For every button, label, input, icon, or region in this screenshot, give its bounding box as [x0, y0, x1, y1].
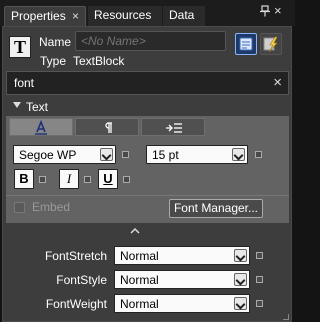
- font-subtab[interactable]: [9, 118, 73, 136]
- tab-properties[interactable]: Properties ×: [4, 6, 86, 26]
- search-bar[interactable]: font ×: [6, 71, 289, 95]
- chevron-down-icon[interactable]: [234, 273, 247, 286]
- bold-button[interactable]: B: [14, 169, 34, 189]
- font-size-value: 15 pt: [152, 148, 179, 162]
- properties-view-icon: [239, 37, 253, 51]
- name-label: Name: [39, 35, 72, 49]
- fontstyle-value: Normal: [120, 273, 159, 287]
- advanced-options-marker[interactable]: [256, 276, 263, 283]
- tab-resources[interactable]: Resources: [88, 6, 162, 26]
- collapse-triangle-icon[interactable]: [13, 102, 21, 108]
- chevron-up-icon[interactable]: [130, 227, 140, 235]
- embed-label: Embed: [32, 200, 71, 214]
- fontstyle-select[interactable]: Normal: [114, 270, 250, 289]
- advanced-options-marker[interactable]: [256, 252, 263, 259]
- indent-icon: [166, 123, 182, 133]
- indent-subtab[interactable]: [141, 118, 205, 136]
- section-title: Text: [26, 100, 49, 114]
- fontweight-label: FontWeight: [45, 297, 107, 311]
- paragraph-icon: [105, 122, 112, 133]
- type-label: Type: [40, 54, 67, 68]
- paragraph-subtab[interactable]: [75, 118, 139, 136]
- fontstretch-select[interactable]: Normal: [114, 246, 250, 265]
- fontweight-value: Normal: [120, 297, 159, 311]
- advanced-options-marker[interactable]: [255, 151, 262, 158]
- type-value: TextBlock: [73, 54, 125, 68]
- resize-grip[interactable]: [283, 314, 289, 320]
- chevron-down-icon[interactable]: [234, 297, 247, 310]
- clear-search-icon[interactable]: ×: [273, 74, 282, 91]
- fontstyle-label: FontStyle: [56, 273, 107, 287]
- font-size-select[interactable]: 15 pt: [146, 145, 248, 164]
- name-input[interactable]: [75, 31, 226, 51]
- font-icon: [35, 119, 47, 135]
- fontstretch-label: FontStretch: [44, 249, 107, 263]
- tab-data[interactable]: Data: [163, 6, 205, 26]
- tab-data-label: Data: [169, 8, 195, 22]
- embed-checkbox[interactable]: [14, 202, 25, 213]
- search-input[interactable]: font: [14, 76, 34, 90]
- advanced-options-marker[interactable]: [256, 300, 263, 307]
- divider: [6, 195, 289, 196]
- advanced-options-marker[interactable]: [39, 176, 46, 183]
- font-family-value: Segoe WP: [19, 148, 77, 162]
- underline-button[interactable]: U: [98, 169, 118, 189]
- textblock-type-icon: T: [9, 36, 31, 58]
- italic-button[interactable]: I: [59, 169, 79, 189]
- text-section: Segoe WP 15 pt B I U Embed Font Manager.…: [6, 116, 289, 223]
- close-icon[interactable]: ×: [72, 7, 79, 26]
- advanced-options-marker[interactable]: [84, 176, 91, 183]
- font-manager-button[interactable]: Font Manager...: [169, 199, 263, 218]
- close-panel-icon[interactable]: ×: [274, 3, 282, 18]
- advanced-options-marker[interactable]: [122, 151, 129, 158]
- font-family-select[interactable]: Segoe WP: [13, 145, 116, 164]
- tab-strip: Properties × Resources Data ×: [0, 0, 295, 26]
- chevron-down-icon[interactable]: [100, 148, 113, 161]
- chevron-down-icon[interactable]: [234, 249, 247, 262]
- tab-resources-label: Resources: [94, 8, 152, 22]
- tab-properties-label: Properties: [11, 9, 66, 23]
- text-section-header[interactable]: Text: [6, 100, 289, 116]
- properties-view-button[interactable]: [235, 33, 257, 55]
- lightning-icon: [263, 36, 278, 53]
- fontstretch-value: Normal: [120, 249, 159, 263]
- events-view-button[interactable]: [260, 33, 282, 55]
- chevron-down-icon[interactable]: [232, 148, 245, 161]
- pin-icon[interactable]: [259, 5, 271, 17]
- advanced-options-marker[interactable]: [123, 176, 130, 183]
- properties-panel: T Name Type TextBlock font × Text: [2, 26, 292, 322]
- fontweight-select[interactable]: Normal: [114, 294, 250, 313]
